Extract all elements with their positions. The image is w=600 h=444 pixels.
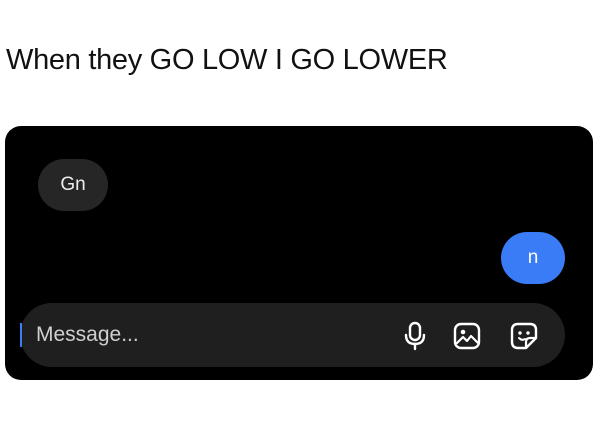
sent-message-bubble[interactable]: n — [501, 232, 565, 284]
gallery-icon[interactable] — [450, 319, 484, 353]
sticker-icon[interactable] — [507, 319, 541, 353]
text-cursor — [20, 323, 22, 347]
received-message-bubble[interactable]: Gn — [38, 159, 108, 211]
message-composer — [20, 303, 565, 367]
chat-window: Gn n — [5, 126, 593, 380]
meme-caption: When they GO LOW I GO LOWER — [6, 44, 448, 76]
sent-message-text: n — [527, 247, 539, 268]
message-input[interactable] — [36, 319, 356, 351]
microphone-icon[interactable] — [398, 319, 432, 353]
received-message-text: Gn — [60, 174, 86, 195]
